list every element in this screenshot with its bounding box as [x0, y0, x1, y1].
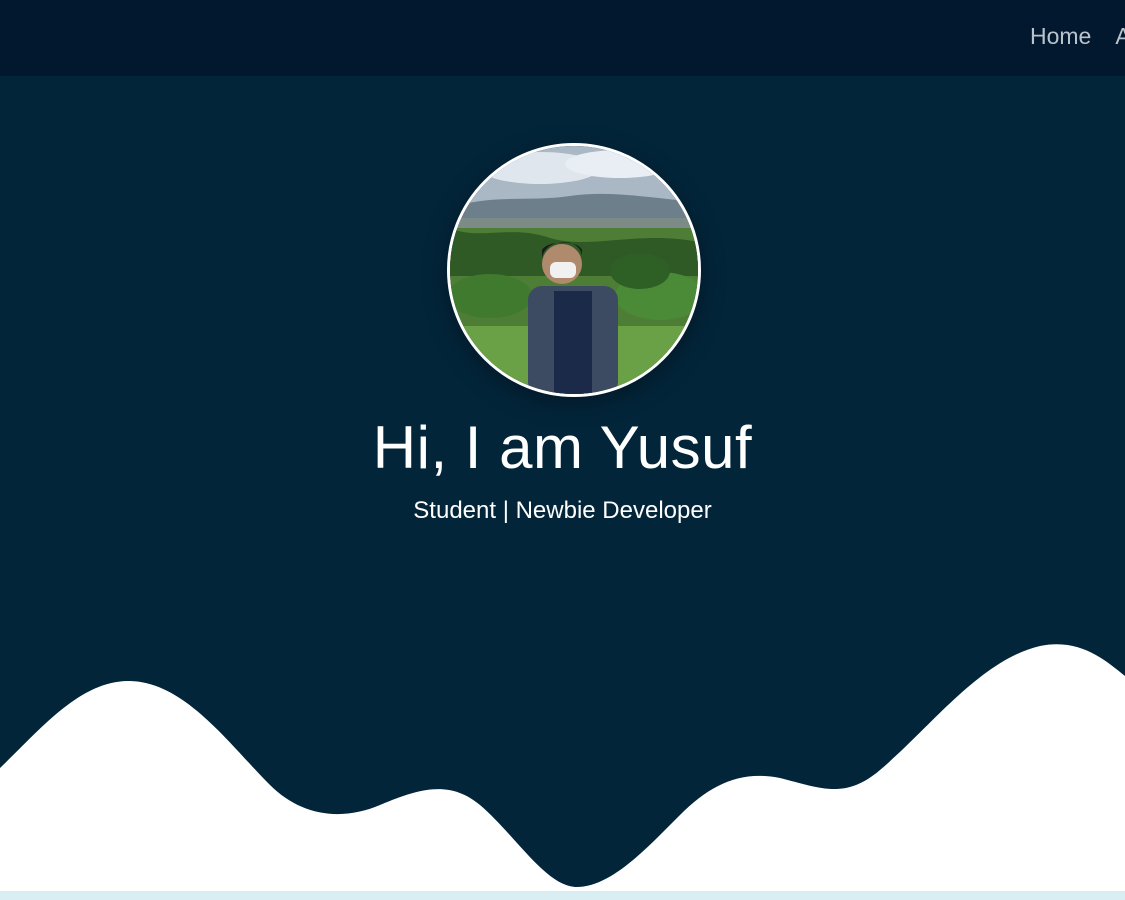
hero-title: Hi, I am Yusuf	[372, 414, 753, 481]
nav-link-about[interactable]: About	[1115, 23, 1125, 50]
nav-menu: Home About	[1030, 0, 1125, 72]
next-section-edge	[0, 891, 1125, 900]
hero-section: Hi, I am Yusuf Student | Newbie Develope…	[0, 76, 1125, 900]
profile-photo	[447, 143, 701, 397]
top-navbar: Home About	[0, 0, 1125, 76]
hero-subtitle: Student | Newbie Developer	[413, 497, 712, 524]
page: Home About	[0, 0, 1125, 900]
nav-link-home[interactable]: Home	[1030, 23, 1091, 50]
